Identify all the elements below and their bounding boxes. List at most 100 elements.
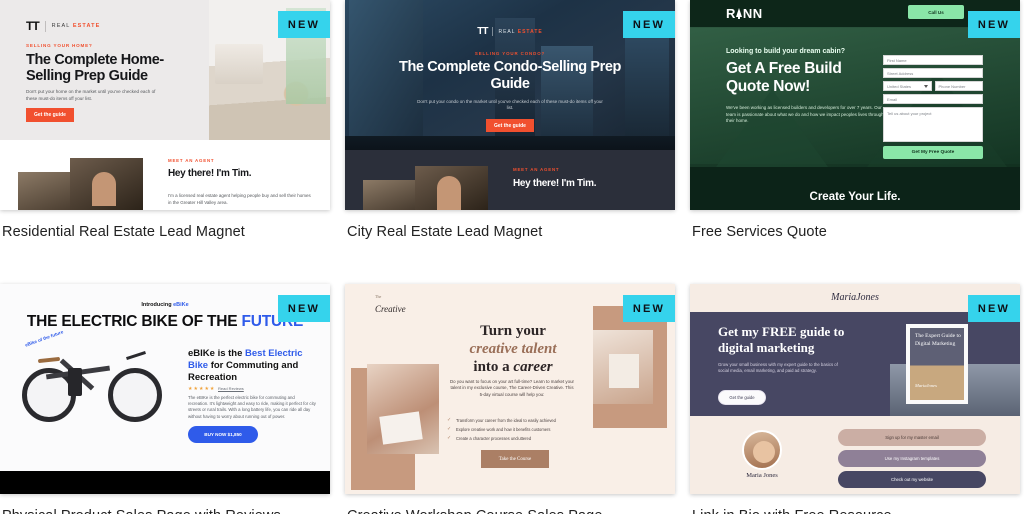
hero-eyebrow: SELLING YOUR HOME? — [26, 43, 93, 48]
email-field[interactable]: Email — [883, 94, 983, 104]
benefit-list: Transform your career from the ideal to … — [447, 416, 577, 443]
read-reviews-link[interactable]: Read Reviews — [218, 386, 244, 391]
city-building-4 — [625, 30, 669, 150]
electric-bike-photo — [22, 346, 162, 426]
template-card-city-real-estate[interactable]: TT REAL ESTATE SELLING YOUR CONDO? The C… — [345, 0, 675, 240]
template-card-title: Link in Bio with Free Resource — [690, 494, 1020, 514]
bike-battery — [68, 368, 82, 396]
ebook-author: MariaJones — [915, 383, 937, 388]
avatar — [742, 430, 782, 470]
new-badge: NEW — [968, 11, 1020, 38]
stationery-photo-left — [367, 364, 439, 454]
agent-eyebrow: MEET AN AGENT — [513, 167, 560, 172]
agent-eyebrow: MEET AN AGENT — [168, 158, 215, 163]
brand-logo: The Creative — [375, 294, 406, 314]
project-message-field[interactable]: Tell us about your project — [883, 107, 983, 142]
agent-photo-primary — [70, 158, 143, 210]
logo-wordmark: REAL ESTATE — [51, 23, 101, 29]
brand-logo: R NN — [726, 6, 763, 21]
hero-body: Grow your small business with my expert … — [718, 362, 838, 374]
agent-photo-secondary — [18, 172, 73, 210]
bike-seat — [37, 356, 61, 364]
agent-section: MEET AN AGENT Hey there! I'm Tim. I'm a … — [0, 140, 330, 210]
bike-handlebar — [126, 350, 146, 361]
get-guide-button[interactable]: Get the guide — [718, 390, 766, 405]
call-us-button[interactable]: Call Us — [908, 5, 964, 19]
new-badge: NEW — [623, 11, 675, 38]
logo-divider — [44, 20, 46, 32]
hero-section: Get my FREE guide to digital marketing G… — [690, 312, 1020, 416]
star-rating-icon: ★★★★★ — [188, 386, 216, 392]
logo-wordmark: REAL ESTATE — [498, 28, 543, 35]
list-item: Transform your career from the ideal to … — [447, 416, 577, 425]
hero-body: Do you want to focus on your art full-ti… — [450, 379, 574, 397]
bike-frame — [46, 366, 136, 400]
bio-link-3[interactable]: Check out my website — [838, 471, 986, 488]
country-select[interactable]: United States — [883, 81, 932, 91]
template-card-link-in-bio[interactable]: MariaJones Get my FREE guide to digital … — [690, 284, 1020, 514]
product-body: The eBIKe is the perfect electric bike f… — [188, 395, 316, 419]
person-name: Maria Jones — [746, 472, 778, 479]
template-card-title: Free Services Quote — [692, 224, 827, 240]
hero-body: Don't put your home on the market until … — [26, 89, 156, 101]
hero-kicker: Looking to build your dream cabin? — [726, 48, 846, 55]
bio-link-1[interactable]: Sign up for my master email — [838, 429, 986, 446]
agent-heading: Hey there! I'm Tim. — [513, 178, 597, 189]
template-gallery-grid: TT REAL ESTATE SELLING YOUR HOME? The Co… — [0, 0, 1024, 514]
list-item: Create a character processes uncluttered — [447, 434, 577, 443]
logo-mark: TT — [26, 19, 40, 33]
ebook-title: The Expert Guide to Digital Marketing — [915, 333, 961, 347]
hero-heading: Get A Free Build Quote Now! — [726, 60, 842, 95]
logo-mark: TT — [477, 26, 488, 37]
template-card-free-services-quote[interactable]: R NN Call Us Looking to build your dream … — [690, 0, 1020, 240]
hero-body: We've been working as licensed builders … — [726, 105, 884, 124]
bio-link-2[interactable]: Use my Instagram templates — [838, 450, 986, 467]
buy-now-button[interactable]: BUY NOW $1,850 — [188, 426, 258, 443]
pine-tree-icon — [735, 8, 743, 19]
hero-heading: The Complete Condo-Selling Prep Guide — [398, 59, 622, 92]
phone-row: United States Phone Number — [883, 81, 983, 94]
take-course-button[interactable]: Take the Course — [481, 450, 549, 468]
product-subheading: eBIKe is the Best Electric Bike for Comm… — [188, 348, 303, 383]
agent-photo-primary — [415, 166, 488, 210]
new-badge: NEW — [623, 295, 675, 322]
template-thumbnail[interactable]: MariaJones Get my FREE guide to digital … — [690, 284, 1020, 494]
new-badge: NEW — [278, 295, 330, 322]
template-card-title: Residential Real Estate Lead Magnet — [2, 224, 245, 240]
brand-logo: TT REAL ESTATE — [26, 19, 100, 33]
agent-photo-secondary — [363, 180, 418, 210]
template-thumbnail[interactable]: R NN Call Us Looking to build your dream … — [690, 0, 1020, 210]
logo-divider — [492, 27, 494, 36]
agent-heading: Hey there! I'm Tim. — [168, 168, 252, 179]
template-thumbnail[interactable]: TT REAL ESTATE SELLING YOUR CONDO? The C… — [345, 0, 675, 210]
submit-quote-button[interactable]: Get My Free Quote — [883, 146, 983, 159]
template-thumbnail[interactable]: TT REAL ESTATE SELLING YOUR HOME? The Co… — [0, 0, 330, 210]
template-card-title: Physical Product Sales Page with Reviews — [0, 494, 330, 514]
agent-body: I'm a licensed real estate agent helping… — [168, 193, 311, 205]
ebook-cover: The Expert Guide to Digital Marketing Ma… — [906, 324, 968, 404]
footer-tagline: Create Your Life. — [809, 191, 901, 203]
first-name-field[interactable]: First Name — [883, 55, 983, 65]
hero-cta-button[interactable]: Get the guide — [26, 108, 74, 122]
template-thumbnail[interactable]: The Creative Turn your creative talent i… — [345, 284, 675, 494]
template-card-title: Creative Workshop Course Sales Page — [345, 494, 675, 514]
new-badge: NEW — [278, 11, 330, 38]
phone-number-field[interactable]: Phone Number — [934, 81, 983, 91]
footer-band — [0, 471, 330, 494]
list-item: Explore creative work and how it benefit… — [447, 425, 577, 434]
template-card-residential-real-estate[interactable]: TT REAL ESTATE SELLING YOUR HOME? The Co… — [0, 0, 330, 240]
template-card-physical-product[interactable]: Introducing eBiKe THE ELECTRIC BIKE OF T… — [0, 284, 330, 514]
agent-section: MEET AN AGENT Hey there! I'm Tim. — [345, 150, 675, 210]
new-badge: NEW — [968, 295, 1020, 322]
hero-heading: Get my FREE guide to digital marketing — [718, 324, 845, 355]
hero-cta-button[interactable]: Get the guide — [486, 119, 534, 132]
template-thumbnail[interactable]: Introducing eBiKe THE ELECTRIC BIKE OF T… — [0, 284, 330, 494]
street-address-field[interactable]: Street Address — [883, 68, 983, 78]
quote-form[interactable]: First Name Street Address United States … — [883, 55, 983, 159]
template-card-creative-workshop[interactable]: The Creative Turn your creative talent i… — [345, 284, 675, 514]
ebook-cover-inner: The Expert Guide to Digital Marketing Ma… — [910, 328, 964, 400]
hero-body: Don't put your condo on the market until… — [417, 99, 603, 111]
stationery-photo-right — [593, 330, 653, 404]
chevron-down-icon — [923, 85, 928, 88]
hero-eyebrow: SELLING YOUR CONDO? — [474, 51, 546, 56]
